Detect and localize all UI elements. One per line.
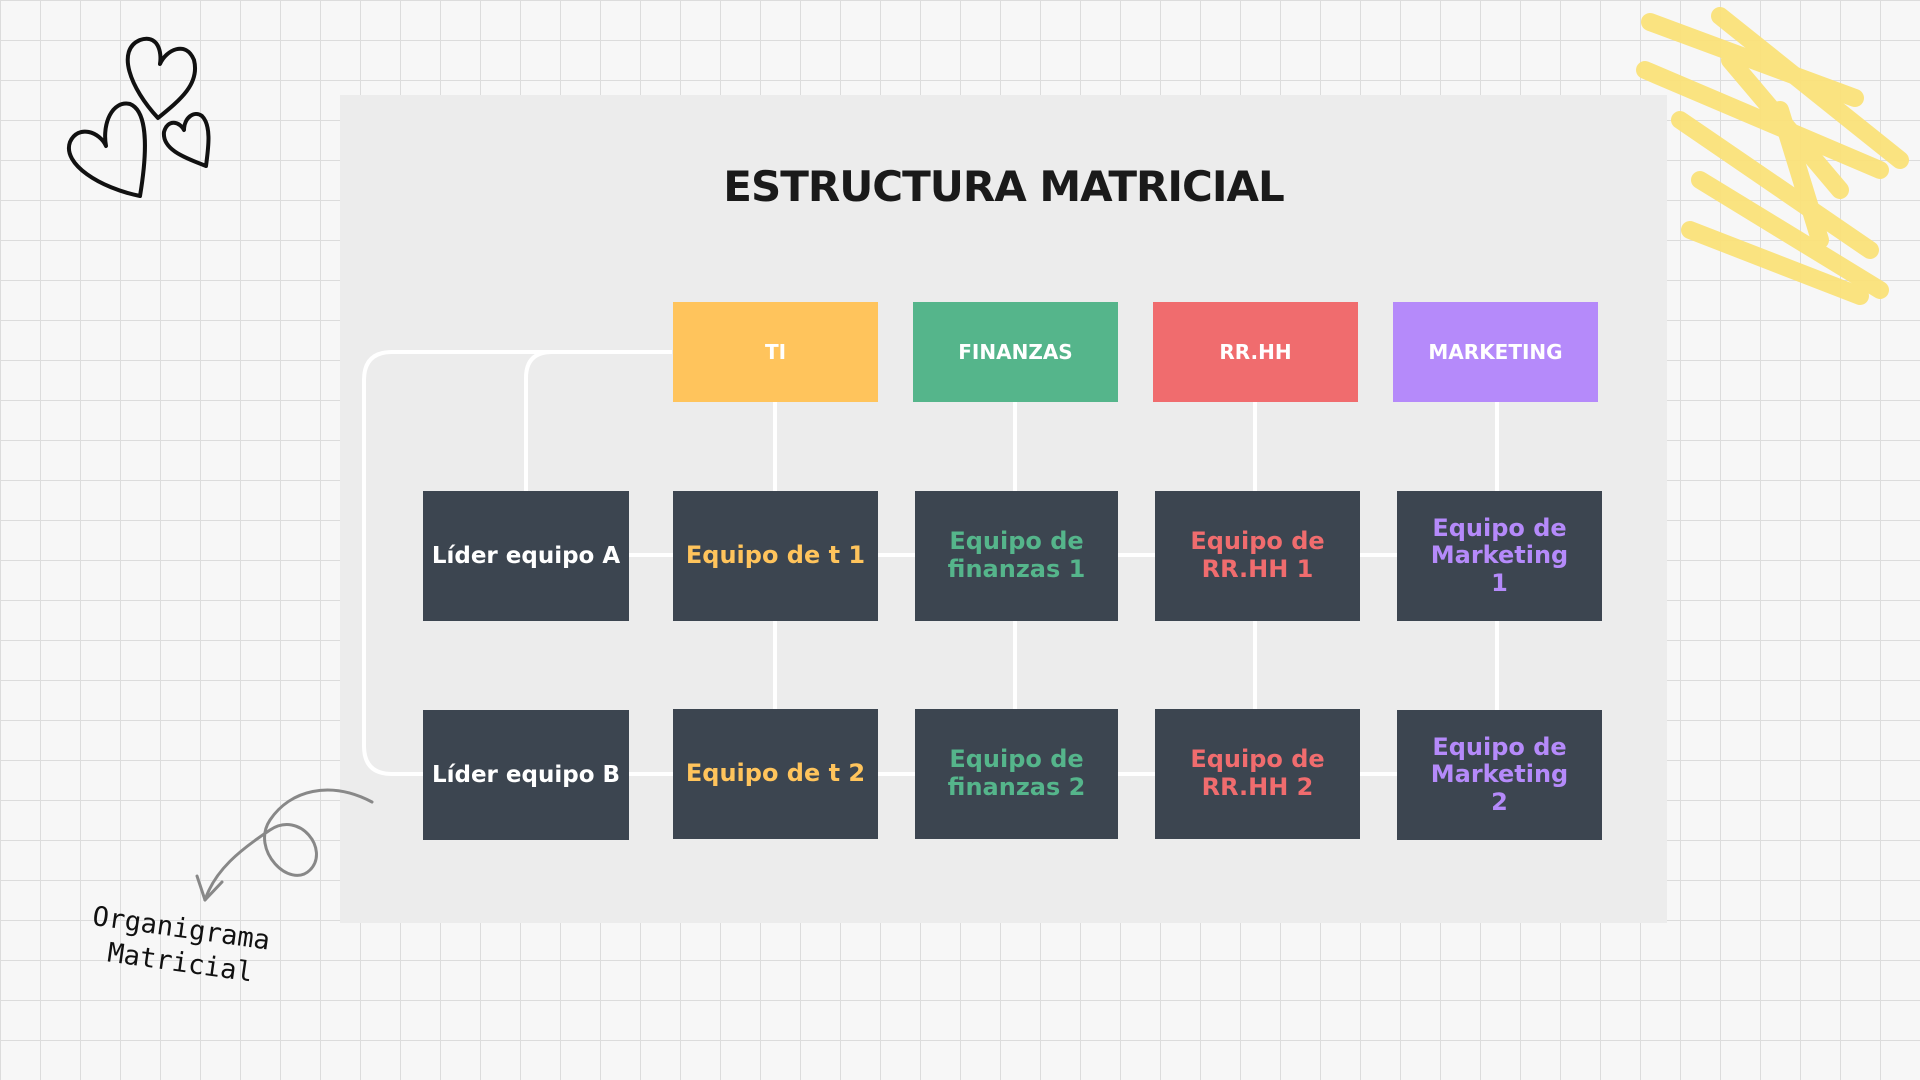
arrow-icon bbox=[195, 788, 374, 902]
hearts-icon bbox=[66, 36, 211, 198]
decorations bbox=[66, 7, 1909, 902]
yellow-scribble-icon bbox=[1636, 7, 1909, 305]
